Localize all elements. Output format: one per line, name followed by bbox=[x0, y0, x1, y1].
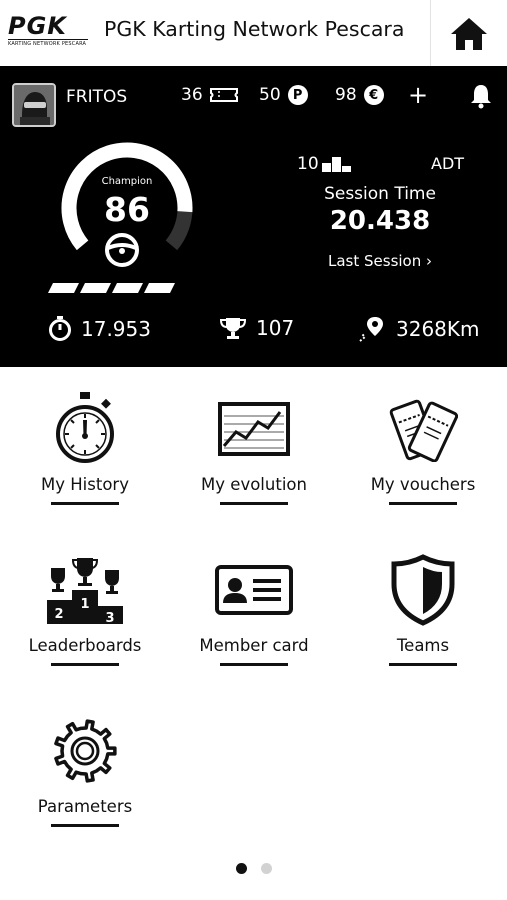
last-session-link[interactable]: Last Session › bbox=[300, 252, 460, 270]
best-lap-stat: 17.953 bbox=[48, 316, 151, 342]
distance-value: 3268Km bbox=[396, 317, 480, 341]
home-button[interactable] bbox=[446, 12, 492, 56]
helmet-icon bbox=[14, 85, 54, 125]
logo-text: PGK bbox=[8, 12, 67, 40]
stopwatch-icon bbox=[45, 389, 125, 469]
gauge-value: 86 bbox=[104, 190, 150, 229]
page-dot[interactable] bbox=[235, 863, 247, 874]
euro-coin-icon: € bbox=[363, 85, 384, 105]
podium-small-icon bbox=[321, 157, 351, 172]
profile-panel: FRITOS 36 50 P 98 € + Champion 86 10 ADT… bbox=[0, 66, 507, 367]
add-credits-button[interactable]: + bbox=[408, 81, 428, 109]
stopwatch-small-icon bbox=[49, 316, 71, 341]
svg-text:2: 2 bbox=[54, 607, 63, 622]
bell-icon[interactable] bbox=[469, 83, 493, 109]
underline bbox=[51, 502, 119, 505]
underline bbox=[51, 663, 119, 666]
menu-member-card[interactable]: Member card bbox=[184, 550, 324, 680]
menu-my-vouchers[interactable]: My vouchers bbox=[353, 389, 493, 519]
menu-label: My History bbox=[41, 475, 129, 494]
level-bar bbox=[48, 283, 79, 293]
credits-value: 98 bbox=[335, 85, 357, 105]
svg-text:1: 1 bbox=[80, 597, 89, 612]
trophy-icon bbox=[219, 318, 247, 339]
svg-text:3: 3 bbox=[105, 611, 114, 624]
session-time-label: Session Time bbox=[324, 184, 436, 204]
podium-icon: 1 2 3 bbox=[45, 550, 125, 630]
underline bbox=[220, 502, 288, 505]
user-name: FRITOS bbox=[66, 87, 128, 107]
gauge-label: Champion bbox=[101, 176, 153, 187]
best-lap-value: 17.953 bbox=[81, 317, 151, 341]
menu-label: My evolution bbox=[201, 475, 307, 494]
underline bbox=[220, 663, 288, 666]
tickets-value: 36 bbox=[181, 85, 203, 105]
gear-icon bbox=[45, 711, 125, 791]
menu-label: My vouchers bbox=[370, 475, 476, 494]
level-bars bbox=[48, 283, 175, 293]
trophies-stat: 107 bbox=[219, 316, 294, 340]
menu-my-history[interactable]: My History bbox=[15, 389, 155, 519]
app-title: PGK Karting Network Pescara bbox=[104, 17, 405, 41]
underline bbox=[389, 663, 457, 666]
id-card-icon bbox=[214, 550, 294, 630]
menu-label: Teams bbox=[396, 636, 450, 655]
ticket-icon bbox=[209, 88, 238, 102]
points-count: 50 P bbox=[259, 85, 308, 105]
menu-label: Member card bbox=[199, 636, 309, 655]
page-indicator bbox=[0, 863, 507, 874]
steering-wheel-icon bbox=[105, 233, 139, 267]
divider bbox=[430, 0, 431, 66]
level-bar bbox=[112, 283, 143, 293]
menu-label: Leaderboards bbox=[28, 636, 142, 655]
home-icon bbox=[451, 18, 487, 50]
rank: 10 bbox=[297, 154, 352, 174]
level-bar bbox=[144, 283, 175, 293]
avatar[interactable] bbox=[12, 83, 56, 127]
track-code: ADT bbox=[431, 154, 465, 173]
location-route-icon bbox=[359, 317, 383, 342]
underline bbox=[389, 502, 457, 505]
distance-stat: 3268Km bbox=[359, 316, 480, 342]
points-value: 50 bbox=[259, 85, 281, 105]
tickets-count: 36 bbox=[181, 85, 238, 105]
menu-parameters[interactable]: Parameters bbox=[15, 711, 155, 841]
level-bar bbox=[80, 283, 111, 293]
top-bar: PGK KARTING NETWORK PESCARA PGK Karting … bbox=[0, 0, 507, 67]
menu-teams[interactable]: Teams bbox=[353, 550, 493, 680]
session-time-value: 20.438 bbox=[329, 206, 431, 236]
points-coin-icon: P bbox=[287, 85, 308, 105]
trophies-value: 107 bbox=[256, 316, 295, 340]
page-dot[interactable] bbox=[260, 863, 272, 874]
menu-leaderboards[interactable]: 1 2 3 Leaderboards bbox=[15, 550, 155, 680]
shield-icon bbox=[383, 550, 463, 630]
menu-my-evolution[interactable]: My evolution bbox=[184, 389, 324, 519]
underline bbox=[51, 824, 119, 827]
chart-icon bbox=[214, 389, 294, 469]
menu-label: Parameters bbox=[37, 797, 133, 816]
rank-value: 10 bbox=[297, 154, 319, 174]
pgk-logo: PGK KARTING NETWORK PESCARA bbox=[8, 14, 92, 50]
vouchers-icon bbox=[383, 389, 463, 469]
logo-subtext: KARTING NETWORK PESCARA bbox=[8, 39, 88, 47]
credits-count: 98 € bbox=[335, 85, 384, 105]
